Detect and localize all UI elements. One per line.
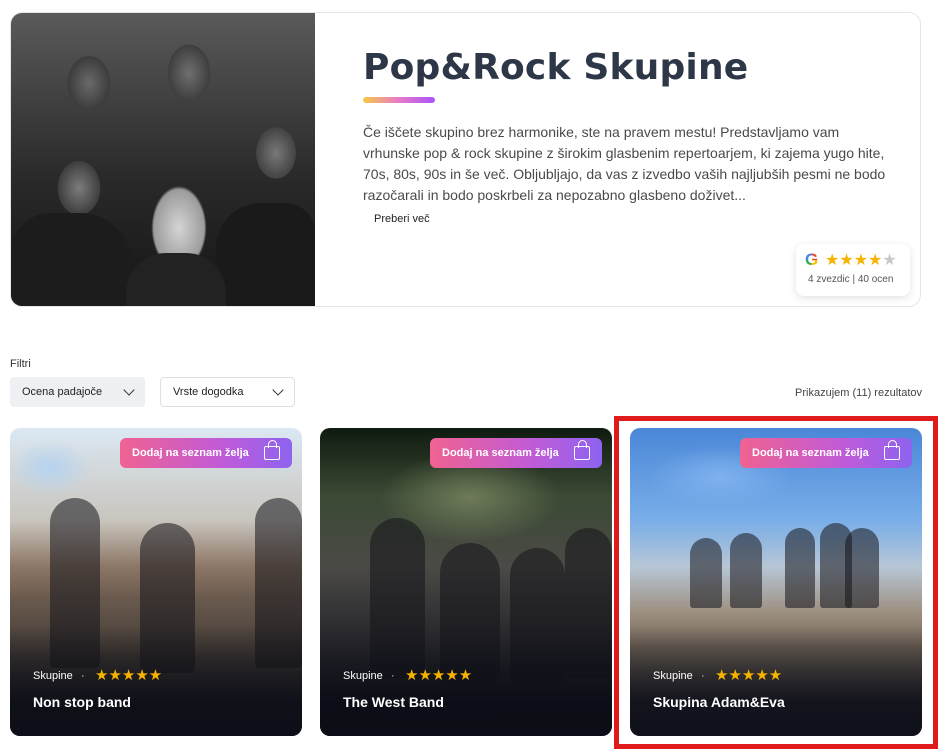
event-type-dropdown-label: Vrste dogodka [173,386,244,398]
separator-dot: · [81,670,85,682]
rating-stars: ★★★★★ [825,252,897,269]
chevron-down-icon [123,384,135,396]
chevron-down-icon [272,384,284,396]
filters-label: Filtri [10,358,31,370]
band-photo [11,13,315,306]
add-to-wishlist-button[interactable]: Dodaj na seznam želja [430,438,602,468]
card-title: The West Band [343,694,444,710]
title-underline [363,97,435,103]
wishlist-label: Dodaj na seznam želja [442,447,559,459]
wishlist-label: Dodaj na seznam želja [132,447,249,459]
sort-dropdown[interactable]: Ocena padajoče [10,377,145,407]
sort-dropdown-label: Ocena padajoče [22,386,103,398]
google-icon: G [805,250,819,269]
shopping-bag-icon [264,440,280,460]
add-to-wishlist-button[interactable]: Dodaj na seznam želja [120,438,292,468]
results-count: Prikazujem (11) rezultatov [795,387,922,399]
card-category: Skupine [33,670,73,682]
band-card-the-west-band[interactable]: Dodaj na seznam želja Skupine · ★★★★★ Th… [320,428,612,736]
page-title: Pop&Rock Skupine [363,47,749,88]
rating-summary: 4 zvezdic | 40 ocen [808,274,894,285]
google-rating-badge[interactable]: G ★★★★★ 4 zvezdic | 40 ocen [796,244,910,296]
card-rating-stars: ★★★★★ [95,667,163,684]
hero-section: Pop&Rock Skupine Če iščete skupino brez … [10,12,921,307]
shopping-bag-icon [574,440,590,460]
card-rating-stars: ★★★★★ [405,667,473,684]
separator-dot: · [391,670,395,682]
read-more-button[interactable]: Preberi več [374,213,430,225]
hero-description: Če iščete skupino brez harmonike, ste na… [363,124,886,203]
band-card-non-stop-band[interactable]: Dodaj na seznam želja Skupine · ★★★★★ No… [10,428,302,736]
highlight-box [614,416,938,749]
card-category: Skupine [343,670,383,682]
event-type-dropdown[interactable]: Vrste dogodka [160,377,295,407]
card-title: Non stop band [33,694,131,710]
